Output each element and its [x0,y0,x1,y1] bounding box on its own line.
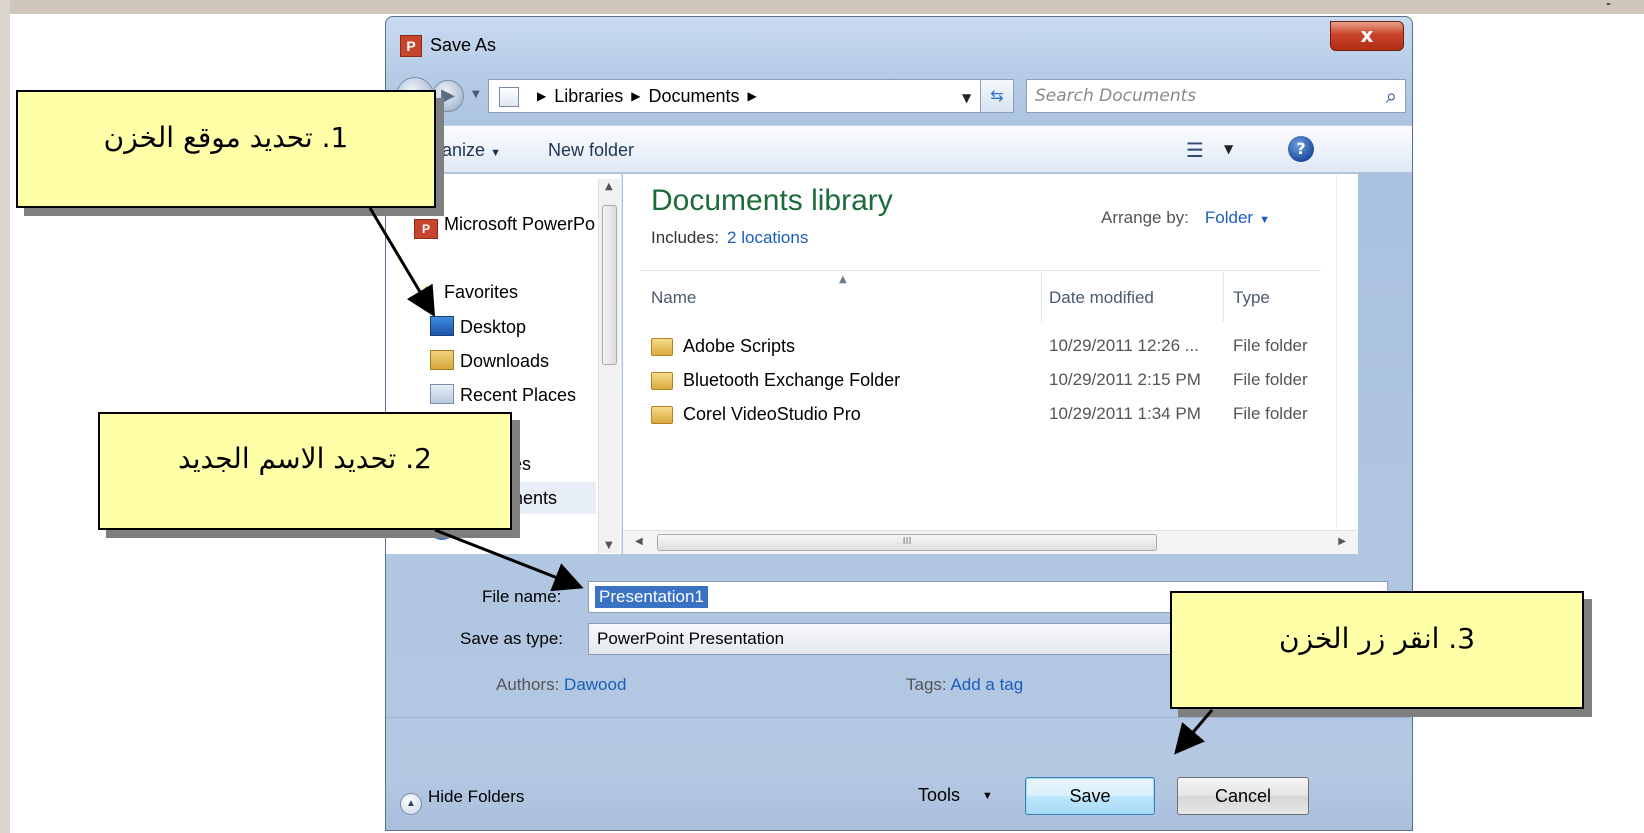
close-button[interactable]: x [1330,21,1404,51]
address-dropdown[interactable]: ▼ [962,91,971,105]
column-separator[interactable] [1223,272,1224,322]
file-row[interactable]: Adobe Scripts 10/29/2011 12:26 ... File … [651,334,1331,364]
view-options-dropdown[interactable]: ▼ [1224,142,1233,156]
window-title: Save As [430,35,497,55]
forward-arrow-icon: ▶ [441,85,455,106]
nav-item-desktop[interactable]: Desktop [430,316,526,338]
collapse-up-icon: ▲ [400,793,422,815]
cancel-button[interactable]: Cancel [1177,777,1309,815]
arrange-by: Arrange by: Folder ▼ [1101,208,1270,227]
folder-icon [651,338,673,356]
search-input[interactable] [1035,84,1355,108]
save-button[interactable]: Save [1025,777,1155,815]
arrange-by-dropdown[interactable]: Folder [1205,208,1253,227]
scroll-right-icon[interactable]: ▶ [1338,536,1346,547]
library-title: Documents library [651,184,893,217]
recent-places-icon [430,384,454,404]
breadcrumb-separator-icon: ▶ [631,89,641,103]
authors-field: Authors: Dawood [496,675,627,694]
hide-folders-button[interactable]: ▲ Hide Folders [400,787,524,815]
star-icon: ★ [416,281,436,306]
forward-button[interactable]: ▶ [432,80,464,112]
desktop-icon [430,316,454,336]
column-header-type[interactable]: Type [1233,288,1270,308]
tags-field: Tags: Add a tag [906,675,1024,694]
chevron-down-icon[interactable]: ▼ [1259,214,1270,226]
breadcrumb-separator-icon: ▶ [537,89,547,103]
column-header-name[interactable]: Name [651,288,696,308]
address-bar[interactable]: ▶ Libraries ▶ Documents ▶ [488,79,1010,113]
library-includes: Includes: 2 locations [651,228,809,247]
nav-pane-scrollbar[interactable]: ▲ ▼ [598,179,620,553]
chevron-down-icon: ▼ [490,147,501,159]
chevron-down-icon: ▼ [982,790,993,802]
page-top-border [0,0,1644,14]
column-separator[interactable] [1041,272,1042,322]
file-row[interactable]: Bluetooth Exchange Folder 10/29/2011 2:1… [651,368,1331,398]
nav-item-powerpoint[interactable]: P Microsoft PowerPo [414,214,595,239]
authors-value[interactable]: Dawood [564,675,626,694]
folder-icon [651,406,673,424]
title-bar[interactable]: P Save As x [386,17,1412,69]
change-view-icon[interactable]: ☰ [1186,138,1204,162]
page-corner-mark: - [1606,0,1612,12]
nav-item-recent-places[interactable]: Recent Places [430,384,576,406]
command-toolbar: Organize ▼ New folder ☰ ▼ ? [386,125,1412,173]
horizontal-scroll-thumb[interactable]: III [657,534,1157,551]
callout-step-3: 3. انقر زر الخزن [1170,591,1584,709]
breadcrumb-documents[interactable]: Documents [649,86,740,106]
sort-ascending-icon: ▲ [839,274,847,285]
nav-item-favorites[interactable]: ★ Favorites [414,281,518,306]
recent-pages-dropdown[interactable]: ▼ [472,89,480,100]
help-icon[interactable]: ? [1288,136,1314,162]
callout-step-2: 2. تحديد الاسم الجديد [98,412,512,530]
nav-scroll-thumb[interactable] [602,205,617,365]
add-tag-link[interactable]: Add a tag [950,675,1023,694]
scroll-down-icon[interactable]: ▼ [605,540,613,551]
header-divider [641,270,1321,271]
library-icon [499,87,519,107]
save-as-type-value: PowerPoint Presentation [597,629,785,648]
locations-link[interactable]: 2 locations [727,228,808,247]
downloads-icon [430,350,454,370]
file-name-label: File name: [482,587,562,606]
powerpoint-icon: P [414,219,438,239]
footer-divider [386,717,1412,718]
save-as-type-label: Save as type: [460,629,564,648]
column-header-date[interactable]: Date modified [1049,288,1154,308]
folder-icon [651,372,673,390]
page-left-border [0,0,10,833]
refresh-button[interactable]: ⇆ [980,79,1014,113]
new-folder-button[interactable]: New folder [548,140,634,161]
powerpoint-app-icon: P [400,35,422,57]
search-box[interactable]: ⌕ [1026,79,1406,113]
search-icon[interactable]: ⌕ [1386,84,1397,108]
tools-button[interactable]: Tools ▼ [918,785,993,806]
file-name-value[interactable]: Presentation1 [595,586,708,608]
breadcrumb-separator-icon: ▶ [747,89,757,103]
scroll-up-icon[interactable]: ▲ [605,181,613,192]
scroll-left-icon[interactable]: ◀ [635,536,643,547]
file-list-horizontal-scrollbar[interactable]: ◀ III ▶ [623,530,1358,554]
file-list-vertical-scrollbar[interactable] [1336,174,1358,530]
file-list-pane: Documents library Includes: 2 locations A… [623,174,1336,530]
breadcrumb: ▶ Libraries ▶ Documents ▶ [529,86,765,107]
breadcrumb-libraries[interactable]: Libraries [554,86,623,106]
nav-item-downloads[interactable]: Downloads [430,350,549,372]
callout-step-1: 1. تحديد موقع الخزن [16,90,436,208]
refresh-icon: ⇆ [990,86,1004,105]
file-row[interactable]: Corel VideoStudio Pro 10/29/2011 1:34 PM… [651,402,1331,432]
